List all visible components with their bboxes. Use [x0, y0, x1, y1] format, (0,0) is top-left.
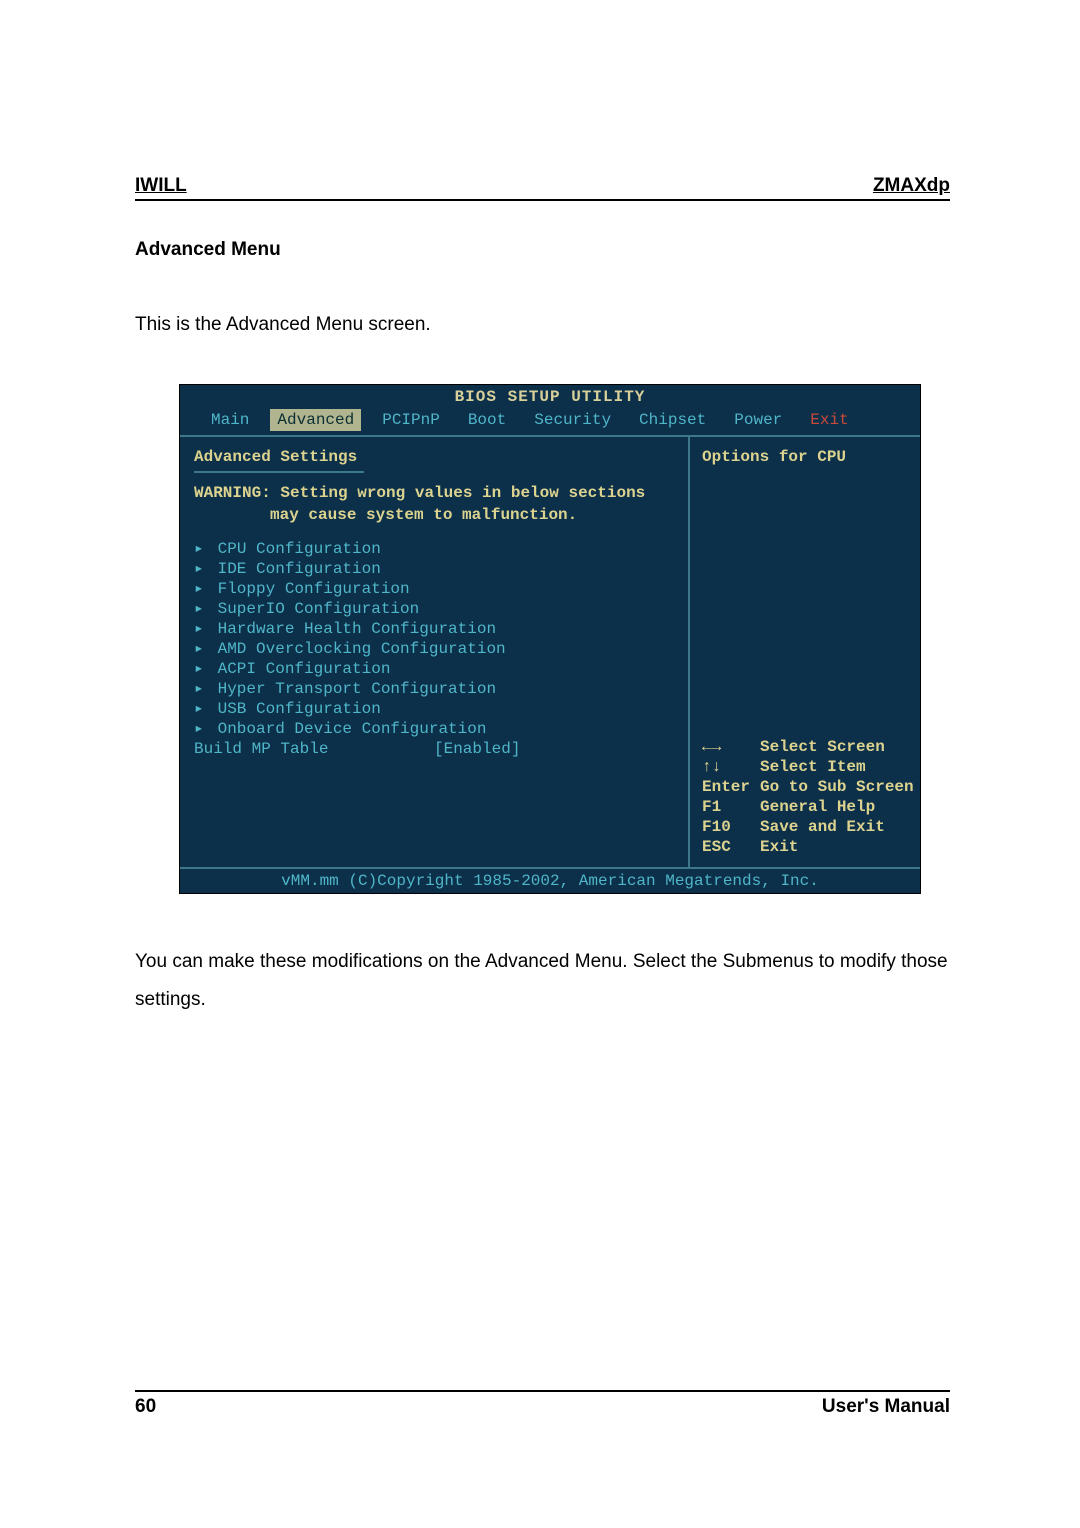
submenu-label: Floppy Configuration [208, 580, 410, 598]
bios-title: BIOS SETUP UTILITY [180, 385, 920, 407]
tab-chipset[interactable]: Chipset [632, 409, 713, 431]
header-right: ZMAXdp [873, 175, 950, 197]
warning-line-1: WARNING: Setting wrong values in below s… [194, 483, 674, 503]
options-heading: Options for CPU [702, 447, 910, 467]
warning-line-2: may cause system to malfunction. [194, 505, 674, 525]
tab-advanced[interactable]: Advanced [270, 409, 361, 431]
submenu-item[interactable]: ▸ ACPI Configuration [194, 659, 674, 679]
submenu-label: Hyper Transport Configuration [208, 680, 496, 698]
setting-row[interactable]: Build MP Table [Enabled] [194, 739, 674, 759]
key-desc: Save and Exit [760, 817, 885, 837]
triangle-right-icon: ▸ [194, 679, 208, 699]
submenu-label: AMD Overclocking Configuration [208, 640, 506, 658]
page-number: 60 [135, 1396, 156, 1418]
bios-key-help: ←→ Select Screen ↑↓ Select ItemEnterGo to S… [702, 737, 910, 857]
key-name: Enter [702, 777, 750, 797]
tab-exit[interactable]: Exit [803, 409, 855, 431]
tab-boot[interactable]: Boot [461, 409, 513, 431]
triangle-right-icon: ▸ [194, 579, 208, 599]
bios-copyright: vMM.mm (C)Copyright 1985-2002, American … [180, 867, 920, 893]
triangle-right-icon: ▸ [194, 599, 208, 619]
key-name: ←→ [702, 737, 750, 757]
setting-label: Build MP Table [194, 740, 328, 758]
tab-main[interactable]: Main [204, 409, 256, 431]
key-name: ESC [702, 837, 750, 857]
submenu-label: Onboard Device Configuration [208, 720, 486, 738]
submenu-label: SuperIO Configuration [208, 600, 419, 618]
submenu-label: IDE Configuration [208, 560, 381, 578]
key-help-row: EnterGo to Sub Screen [702, 777, 910, 797]
bios-screenshot: BIOS SETUP UTILITY Main Advanced PCIPnP Boo… [180, 385, 920, 893]
submenu-item[interactable]: ▸ CPU Configuration [194, 539, 674, 559]
bios-submenu-list: ▸ CPU Configuration▸ IDE Configuration▸ … [194, 539, 674, 739]
key-desc: Select Item [760, 757, 866, 777]
key-name: F10 [702, 817, 750, 837]
submenu-item[interactable]: ▸ SuperIO Configuration [194, 599, 674, 619]
key-help-row: ↑↓ Select Item [702, 757, 910, 777]
bios-panel: Advanced Settings WARNING: Setting wrong… [180, 435, 920, 867]
manual-page: IWILL ZMAXdp Advanced Menu This is the A… [0, 0, 1080, 1528]
submenu-label: Hardware Health Configuration [208, 620, 496, 638]
submenu-label: CPU Configuration [218, 540, 381, 558]
submenu-item[interactable]: ▸ Hardware Health Configuration [194, 619, 674, 639]
key-desc: Exit [760, 837, 798, 857]
page-footer: 60 User's Manual [135, 1390, 950, 1418]
key-help-row: F10 Save and Exit [702, 817, 910, 837]
header-left: IWILL [135, 175, 187, 197]
submenu-label: USB Configuration [208, 700, 381, 718]
section-title: Advanced Menu [135, 239, 950, 261]
tab-pcipnp[interactable]: PCIPnP [375, 409, 447, 431]
submenu-item[interactable]: ▸ Hyper Transport Configuration [194, 679, 674, 699]
submenu-item[interactable]: ▸ Onboard Device Configuration [194, 719, 674, 739]
key-name: F1 [702, 797, 750, 817]
page-header: IWILL ZMAXdp [135, 175, 950, 201]
tab-power[interactable]: Power [727, 409, 789, 431]
setting-value: [Enabled] [434, 739, 520, 759]
advanced-settings-heading: Advanced Settings [194, 447, 674, 467]
key-desc: Go to Sub Screen [760, 777, 914, 797]
key-desc: Select Screen [760, 737, 885, 757]
triangle-right-icon: ▸ [194, 639, 208, 659]
triangle-right-icon: ▸ [194, 699, 208, 719]
bios-tabs: Main Advanced PCIPnP Boot Security Chipset Pow… [180, 407, 920, 435]
bios-left-panel: Advanced Settings WARNING: Setting wrong… [180, 437, 690, 867]
key-help-row: ←→ Select Screen [702, 737, 910, 757]
submenu-item[interactable]: ▸ USB Configuration [194, 699, 674, 719]
triangle-right-icon: ▸ [194, 619, 208, 639]
key-help-row: ESC Exit [702, 837, 910, 857]
triangle-right-icon: ▸ [194, 539, 208, 559]
intro-text: This is the Advanced Menu screen. [135, 311, 950, 340]
submenu-item[interactable]: ▸ Floppy Configuration [194, 579, 674, 599]
key-name: ↑↓ [702, 757, 750, 777]
key-help-row: F1 General Help [702, 797, 910, 817]
footer-label: User's Manual [822, 1396, 950, 1418]
triangle-right-icon: ▸ [194, 559, 208, 579]
bios-right-panel: Options for CPU ←→ Select Screen ↑↓ Select … [690, 437, 920, 867]
key-desc: General Help [760, 797, 875, 817]
divider [194, 471, 364, 473]
submenu-item[interactable]: ▸ IDE Configuration [194, 559, 674, 579]
submenu-label: ACPI Configuration [208, 660, 390, 678]
tab-security[interactable]: Security [527, 409, 618, 431]
outro-text: You can make these modifications on the … [135, 943, 950, 1019]
submenu-item[interactable]: ▸ AMD Overclocking Configuration [194, 639, 674, 659]
triangle-right-icon: ▸ [194, 719, 208, 739]
triangle-right-icon: ▸ [194, 659, 208, 679]
